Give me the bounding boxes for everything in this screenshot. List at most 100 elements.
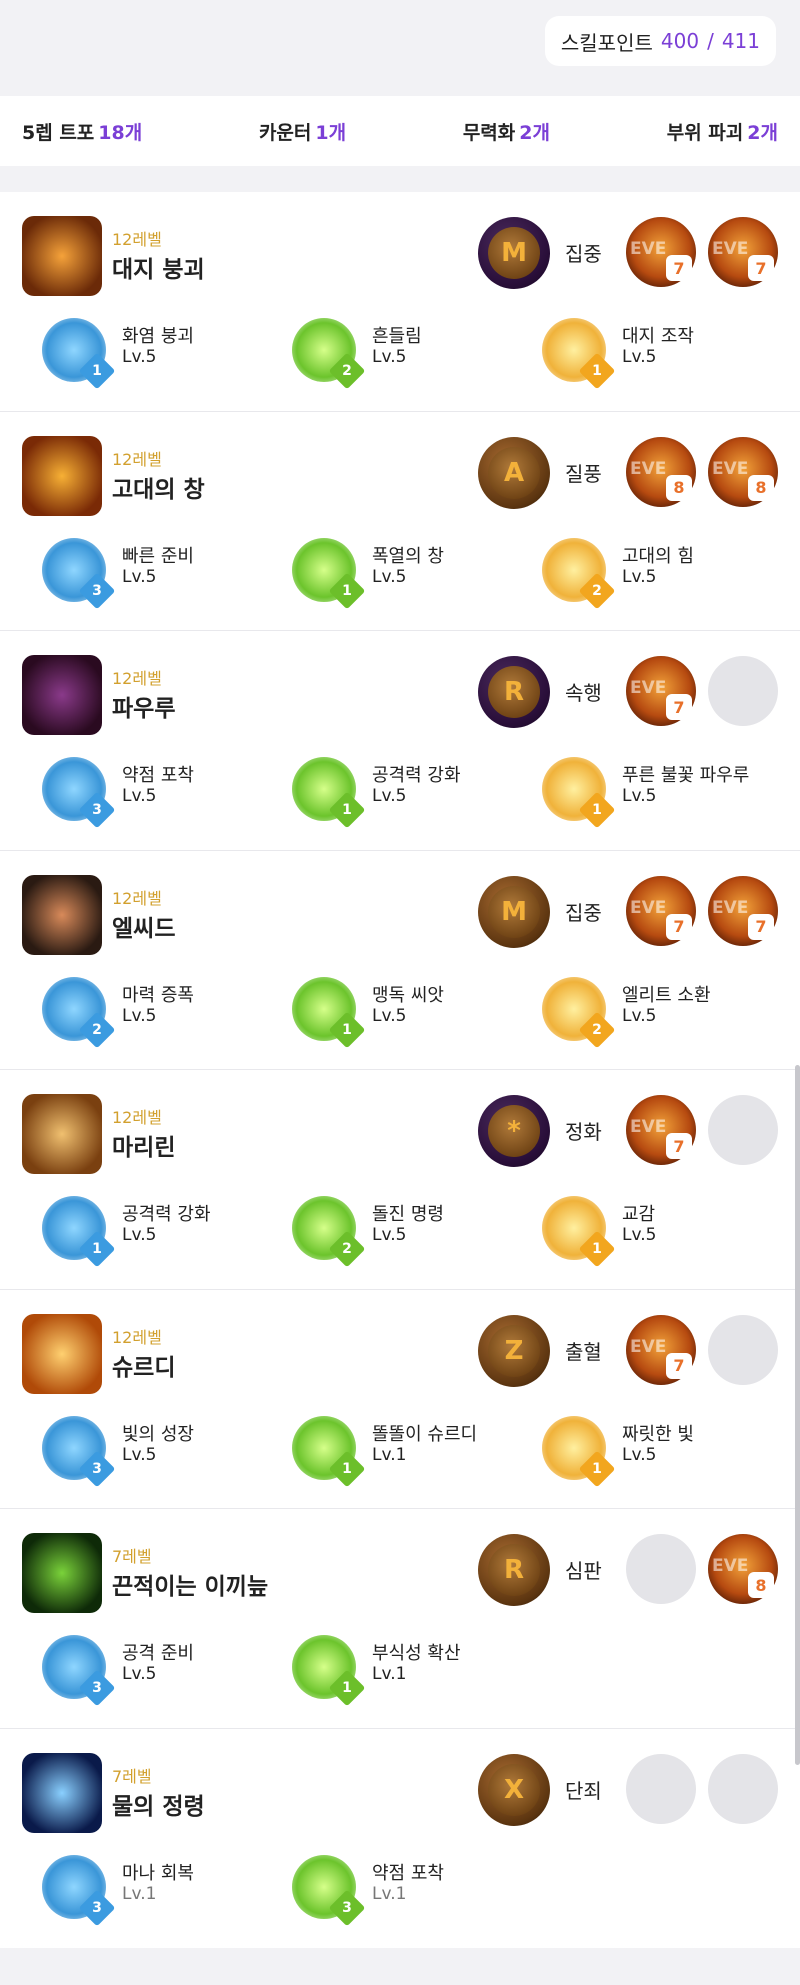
gem-level-badge: 7 bbox=[666, 255, 692, 281]
tripod-item[interactable]: 3 약점 포착 Lv.1 bbox=[292, 1851, 532, 1931]
skill-card[interactable]: 12레벨 슈르디 Z 출혈 EVE 7 3 빛의 성장 Lv.5 1 똘똘이 슈르디 Lv.1 1 짜릿한… bbox=[0, 1290, 800, 1509]
skill-name: 파우루 bbox=[112, 696, 176, 722]
rune-glyph: M bbox=[488, 885, 540, 938]
tripod-name: 공격력 강화 bbox=[372, 765, 461, 786]
tripod-name: 폭열의 창 bbox=[372, 545, 444, 567]
gem-icon[interactable]: EVE 7 bbox=[626, 217, 696, 287]
rune-glyph: M bbox=[488, 227, 540, 279]
tripod-level: Lv.5 bbox=[372, 347, 407, 367]
tripod-item[interactable]: 1 폭열의 창 Lv.5 bbox=[292, 534, 532, 614]
gem-icon[interactable]: EVE 7 bbox=[708, 217, 778, 287]
tripod-row: 1 공격력 강화 Lv.5 2 돌진 명령 Lv.5 1 교감 Lv.5 bbox=[0, 1192, 800, 1272]
tripod-item[interactable]: 1 부식성 확산 Lv.1 bbox=[292, 1631, 532, 1711]
tripod-level: Lv.5 bbox=[622, 347, 657, 367]
tripod-level: Lv.5 bbox=[122, 1444, 157, 1465]
gem-icon[interactable]: EVE 7 bbox=[626, 875, 696, 946]
rune-icon[interactable]: R bbox=[478, 656, 550, 728]
scrollbar[interactable] bbox=[795, 1065, 800, 1765]
rune-icon[interactable]: X bbox=[478, 1753, 550, 1826]
tripod-item[interactable]: 2 엘리트 소환 Lv.5 bbox=[542, 973, 782, 1053]
empty-gem-slot[interactable] bbox=[708, 656, 778, 726]
tripod-name: 마력 증폭 bbox=[122, 984, 194, 1006]
gem-text: EVE bbox=[712, 458, 749, 479]
tripod-tier-badge: 3 bbox=[78, 1889, 116, 1926]
tripod-tier-badge: 2 bbox=[328, 1230, 366, 1268]
tripod-level: Lv.5 bbox=[122, 1005, 157, 1026]
tripod-item[interactable]: 1 화염 붕괴 Lv.5 bbox=[42, 314, 282, 394]
empty-gem-slot[interactable] bbox=[626, 1753, 696, 1824]
tripod-item[interactable]: 3 빛의 성장 Lv.5 bbox=[42, 1412, 282, 1492]
rune-glyph: X bbox=[488, 1763, 540, 1816]
gem-text: EVE bbox=[712, 239, 749, 259]
tripod-level: Lv.5 bbox=[122, 566, 157, 587]
tripod-level: Lv.5 bbox=[622, 566, 657, 587]
gem-icon[interactable]: EVE 7 bbox=[626, 1314, 696, 1385]
gem-icon[interactable]: EVE 7 bbox=[708, 875, 778, 946]
gem-icon[interactable]: EVE 8 bbox=[626, 436, 696, 507]
tripod-name: 고대의 힘 bbox=[622, 545, 694, 567]
rune-icon[interactable]: A bbox=[478, 436, 550, 509]
empty-gem-slot[interactable] bbox=[626, 1534, 696, 1604]
rune-glyph: Z bbox=[488, 1324, 540, 1377]
tripod-item[interactable]: 1 공격력 강화 Lv.5 bbox=[292, 753, 532, 833]
rune-icon[interactable]: M bbox=[478, 875, 550, 948]
gem-text: EVE bbox=[630, 239, 667, 259]
tripod-tier-badge: 2 bbox=[578, 572, 616, 609]
skill-card[interactable]: 7레벨 끈적이는 이끼늪 R 심판 EVE 8 3 공격 준비 Lv.5 1 부식성 확산 Lv.1 bbox=[0, 1509, 800, 1729]
rune-icon[interactable]: R bbox=[478, 1534, 550, 1606]
tripod-item[interactable]: 2 마력 증폭 Lv.5 bbox=[42, 973, 282, 1053]
tripod-tier-badge: 2 bbox=[328, 352, 366, 390]
tripod-item[interactable]: 1 똘똘이 슈르디 Lv.1 bbox=[292, 1412, 532, 1492]
tripod-tier-badge: 3 bbox=[328, 1889, 366, 1926]
skill-level: 12레벨 bbox=[112, 1327, 162, 1347]
skill-level: 12레벨 bbox=[112, 449, 162, 469]
tripod-name: 약점 포착 bbox=[122, 765, 194, 786]
tripod-item[interactable]: 1 교감 Lv.5 bbox=[542, 1192, 782, 1272]
tripod-level: Lv.5 bbox=[122, 1225, 157, 1245]
tripod-item[interactable]: 1 푸른 불꽃 파우루 Lv.5 bbox=[542, 753, 782, 833]
tripod-item[interactable]: 1 대지 조작 Lv.5 bbox=[542, 314, 782, 394]
tripod-item[interactable]: 3 마나 회복 Lv.1 bbox=[42, 1851, 282, 1931]
skill-card[interactable]: 12레벨 고대의 창 A 질풍 EVE 8 EVE 8 3 빠른 준비 Lv.5 1 폭열의 창 Lv.5… bbox=[0, 412, 800, 631]
tripod-level: Lv.5 bbox=[122, 347, 157, 367]
tripod-name: 돌진 명령 bbox=[372, 1204, 444, 1225]
tripod-level: Lv.1 bbox=[372, 1664, 407, 1684]
skill-card[interactable]: 12레벨 대지 붕괴 M 집중 EVE 7 EVE 7 1 화염 붕괴 Lv.5 2 흔들림 Lv.5 1 대… bbox=[0, 192, 800, 412]
skill-level: 12레벨 bbox=[112, 888, 162, 908]
tripod-item[interactable]: 2 고대의 힘 Lv.5 bbox=[542, 534, 782, 614]
skill-card[interactable]: 12레벨 마리린 * 정화 EVE 7 1 공격력 강화 Lv.5 2 돌진 명령 Lv.5 1 교감 Lv… bbox=[0, 1070, 800, 1290]
tripod-item[interactable]: 3 공격 준비 Lv.5 bbox=[42, 1631, 282, 1711]
tripod-name: 맹독 씨앗 bbox=[372, 984, 444, 1006]
skill-card[interactable]: 12레벨 엘씨드 M 집중 EVE 7 EVE 7 2 마력 증폭 Lv.5 1 맹독 씨앗 Lv.5 2 엘… bbox=[0, 851, 800, 1070]
tripod-level: Lv.5 bbox=[622, 1444, 657, 1465]
empty-gem-slot[interactable] bbox=[708, 1753, 778, 1824]
tripod-item[interactable]: 2 돌진 명령 Lv.5 bbox=[292, 1192, 532, 1272]
tripod-name: 흔들림 bbox=[372, 326, 422, 347]
tripod-name: 약점 포착 bbox=[372, 1862, 444, 1884]
skill-level: 12레벨 bbox=[112, 1108, 162, 1127]
tripod-tier-badge: 3 bbox=[78, 1669, 116, 1707]
rune-icon[interactable]: M bbox=[478, 217, 550, 289]
tripod-item[interactable]: 1 맹독 씨앗 Lv.5 bbox=[292, 973, 532, 1053]
rune-icon[interactable]: * bbox=[478, 1095, 550, 1167]
tripod-item[interactable]: 3 약점 포착 Lv.5 bbox=[42, 753, 282, 833]
skill-card[interactable]: 7레벨 물의 정령 X 단죄 3 마나 회복 Lv.1 3 약점 포착 Lv.1 bbox=[0, 1729, 800, 1949]
skill-name: 엘씨드 bbox=[112, 915, 176, 942]
tripod-item[interactable]: 3 빠른 준비 Lv.5 bbox=[42, 534, 282, 614]
gem-text: EVE bbox=[630, 1336, 667, 1357]
tripod-name: 빛의 성장 bbox=[122, 1423, 194, 1445]
rune-icon[interactable]: Z bbox=[478, 1314, 550, 1387]
tripod-tier-badge: 1 bbox=[78, 352, 116, 390]
gem-icon[interactable]: EVE 8 bbox=[708, 1534, 778, 1604]
gem-icon[interactable]: EVE 7 bbox=[626, 1095, 696, 1165]
skill-card[interactable]: 12레벨 파우루 R 속행 EVE 7 3 약점 포착 Lv.5 1 공격력 강화 Lv.5 1 푸른 불… bbox=[0, 631, 800, 851]
gem-level-badge: 7 bbox=[748, 913, 774, 940]
tripod-item[interactable]: 1 공격력 강화 Lv.5 bbox=[42, 1192, 282, 1272]
tripod-item[interactable]: 2 흔들림 Lv.5 bbox=[292, 314, 532, 394]
rune-name: 집중 bbox=[565, 242, 602, 266]
tripod-item[interactable]: 1 짜릿한 빛 Lv.5 bbox=[542, 1412, 782, 1492]
empty-gem-slot[interactable] bbox=[708, 1095, 778, 1165]
gem-icon[interactable]: EVE 7 bbox=[626, 656, 696, 726]
empty-gem-slot[interactable] bbox=[708, 1314, 778, 1385]
gem-icon[interactable]: EVE 8 bbox=[708, 436, 778, 507]
